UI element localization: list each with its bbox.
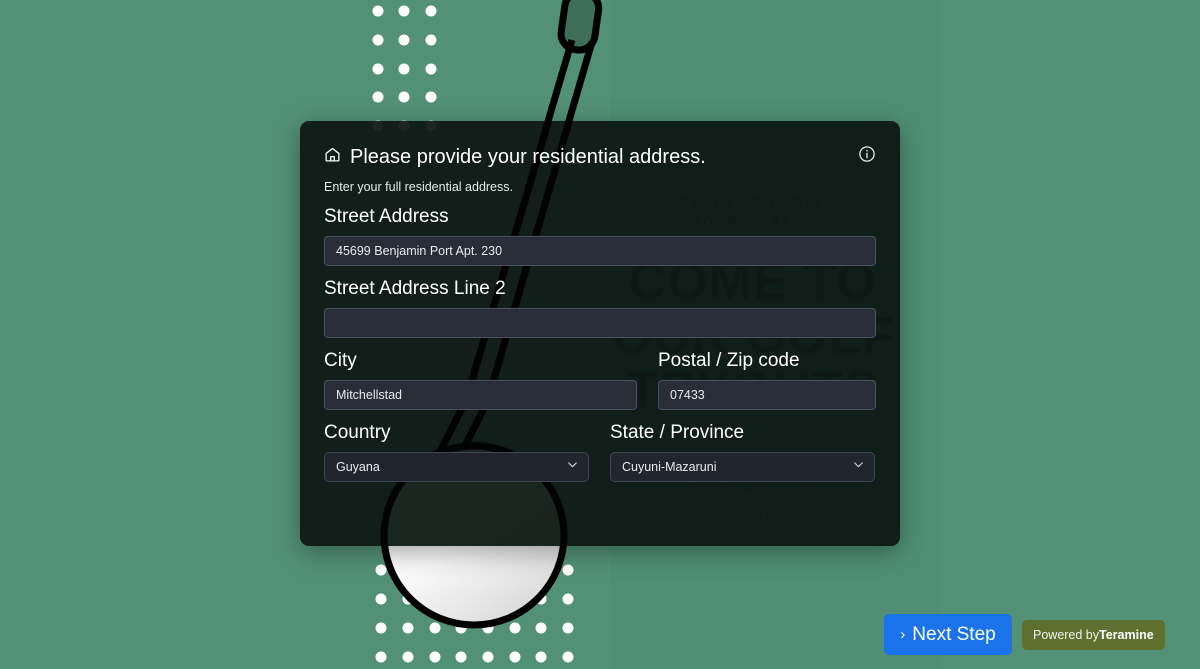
address-form-modal: Please provide your residential address.… [300, 121, 900, 546]
chevron-right-icon: › [900, 626, 906, 643]
modal-header: Please provide your residential address. [324, 145, 876, 169]
powered-by-prefix: Powered by [1033, 628, 1100, 642]
next-step-label: Next Step [912, 623, 996, 645]
powered-by-brand: Teramine [1099, 628, 1154, 642]
home-icon [324, 146, 341, 168]
street-address-label: Street Address [324, 206, 449, 227]
street-address-line2-label: Street Address Line 2 [324, 278, 506, 299]
modal-title: Please provide your residential address. [350, 146, 706, 168]
city-zip-row: City Postal / Zip code [324, 338, 876, 410]
country-select[interactable]: Guyana [324, 452, 589, 482]
powered-by-badge[interactable]: Powered by Teramine [1022, 620, 1165, 650]
modal-subtitle: Enter your full residential address. [324, 180, 513, 194]
country-label: Country [324, 422, 391, 443]
state-province-select-value: Cuyuni-Mazaruni [622, 460, 717, 474]
country-state-row: Country Guyana State / Province Cuyuni-M… [324, 410, 876, 482]
street-address-line2-input[interactable] [324, 308, 876, 338]
postal-zip-input[interactable] [658, 380, 876, 410]
state-province-select[interactable]: Cuyuni-Mazaruni [610, 452, 875, 482]
next-step-button[interactable]: › Next Step [884, 614, 1012, 655]
city-input[interactable] [324, 380, 637, 410]
country-select-value: Guyana [336, 460, 380, 474]
street-address-input[interactable] [324, 236, 876, 266]
city-label: City [324, 350, 357, 371]
state-province-label: State / Province [610, 422, 745, 443]
postal-zip-label: Postal / Zip code [658, 350, 800, 371]
info-circle-icon[interactable] [858, 145, 876, 168]
